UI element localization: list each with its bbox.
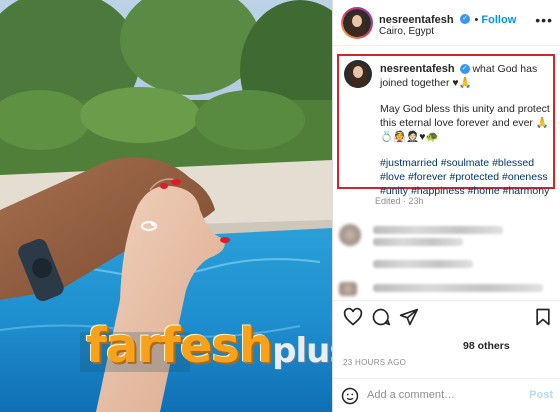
- caption-avatar[interactable]: [344, 60, 372, 88]
- edited-timestamp: Edited · 23h: [375, 196, 424, 206]
- share-icon[interactable]: [399, 307, 419, 327]
- comment-input[interactable]: Add a comment…: [367, 389, 455, 401]
- hashtag[interactable]: #justmarried: [380, 157, 438, 169]
- comment-icon[interactable]: [371, 307, 391, 327]
- post-header: nesreentafesh ✓ • Follow Cairo, Egypt ••…: [333, 0, 560, 46]
- caption-verified-icon: ✓: [459, 64, 470, 75]
- caption-text: nesreentafesh ✓ what God has joined toge…: [380, 62, 552, 198]
- story-ring[interactable]: [341, 7, 373, 39]
- location-link[interactable]: Cairo, Egypt: [379, 26, 434, 37]
- watermark-main: farfesh: [86, 318, 273, 374]
- emoji-icon[interactable]: [341, 387, 359, 405]
- hashtag[interactable]: #harmony: [503, 185, 550, 197]
- post-comment-button[interactable]: Post: [529, 389, 553, 401]
- comment-blurred: [339, 256, 549, 276]
- action-bar: [333, 300, 560, 334]
- hashtag[interactable]: #soulmate: [441, 157, 489, 169]
- comment-bar: Add a comment… Post: [333, 378, 560, 412]
- hashtag[interactable]: #love: [380, 171, 405, 183]
- hashtag[interactable]: #home: [468, 185, 500, 197]
- follow-button[interactable]: Follow: [481, 14, 516, 26]
- watermark-sub: plus.com: [272, 331, 332, 371]
- more-options-icon[interactable]: •••: [535, 12, 553, 28]
- post-photo[interactable]: farfeshplus.com: [0, 0, 332, 412]
- likes-count[interactable]: 98 others: [343, 340, 510, 352]
- hashtag[interactable]: #blessed: [492, 157, 534, 169]
- hashtag[interactable]: #oneness: [502, 171, 548, 183]
- comment-blurred: [339, 224, 549, 246]
- hashtag[interactable]: #forever: [408, 171, 447, 183]
- bookmark-icon[interactable]: [533, 307, 553, 327]
- likes-others[interactable]: 98 others: [463, 340, 510, 352]
- hashtag-list: #justmarried #soulmate #blessed #love #f…: [380, 156, 552, 198]
- caption-line-2: May God bless this unity and protect thi…: [380, 103, 550, 143]
- caption-highlight: nesreentafesh ✓ what God has joined toge…: [337, 54, 555, 197]
- avatar[interactable]: [343, 9, 371, 37]
- comment-blurred: [339, 282, 549, 302]
- post-side-panel: nesreentafesh ✓ • Follow Cairo, Egypt ••…: [332, 0, 560, 412]
- username[interactable]: nesreentafesh: [379, 14, 454, 26]
- heart-icon[interactable]: [343, 307, 363, 327]
- verified-badge-icon: ✓: [460, 13, 471, 24]
- caption-username[interactable]: nesreentafesh: [380, 63, 455, 75]
- hashtag[interactable]: #protected: [449, 171, 499, 183]
- site-watermark: farfeshplus.com: [86, 318, 332, 374]
- post-timestamp: 23 HOURS AGO: [343, 358, 407, 367]
